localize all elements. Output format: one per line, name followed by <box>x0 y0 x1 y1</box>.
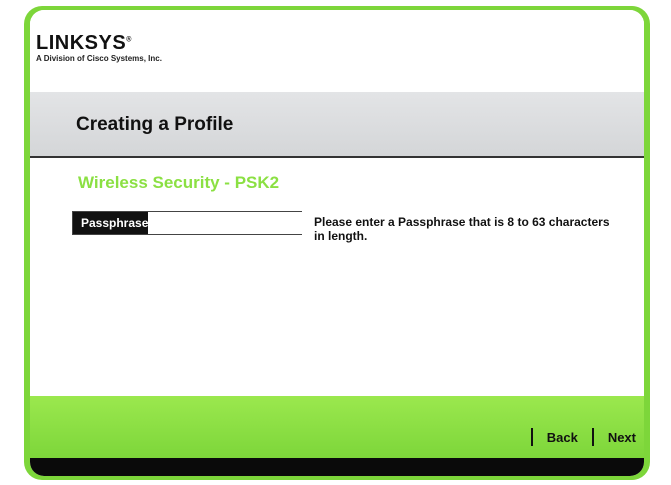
section-title: Wireless Security - PSK2 <box>78 173 280 192</box>
logo-text: LINKSYS <box>36 32 127 54</box>
wizard-nav: Back Next <box>517 426 644 448</box>
footer-strip <box>30 458 644 476</box>
wizard-window: LINKSYS® A Division of Cisco Systems, In… <box>30 10 644 476</box>
passphrase-input[interactable] <box>148 212 312 234</box>
back-button[interactable]: Back <box>547 430 578 445</box>
nav-separator <box>591 428 594 446</box>
next-button[interactable]: Next <box>608 430 636 445</box>
passphrase-field: Passphrase <box>72 211 312 235</box>
registered-mark: ® <box>126 36 132 44</box>
logo-tagline: A Division of Cisco Systems, Inc. <box>36 54 162 63</box>
passphrase-label: Passphrase <box>73 212 149 234</box>
passphrase-help-text: Please enter a Passphrase that is 8 to 6… <box>314 215 610 243</box>
logo-area: LINKSYS® A Division of Cisco Systems, In… <box>30 10 644 92</box>
nav-separator <box>530 428 533 446</box>
linksys-logo: LINKSYS® <box>36 32 132 55</box>
page-title: Creating a Profile <box>76 114 234 135</box>
